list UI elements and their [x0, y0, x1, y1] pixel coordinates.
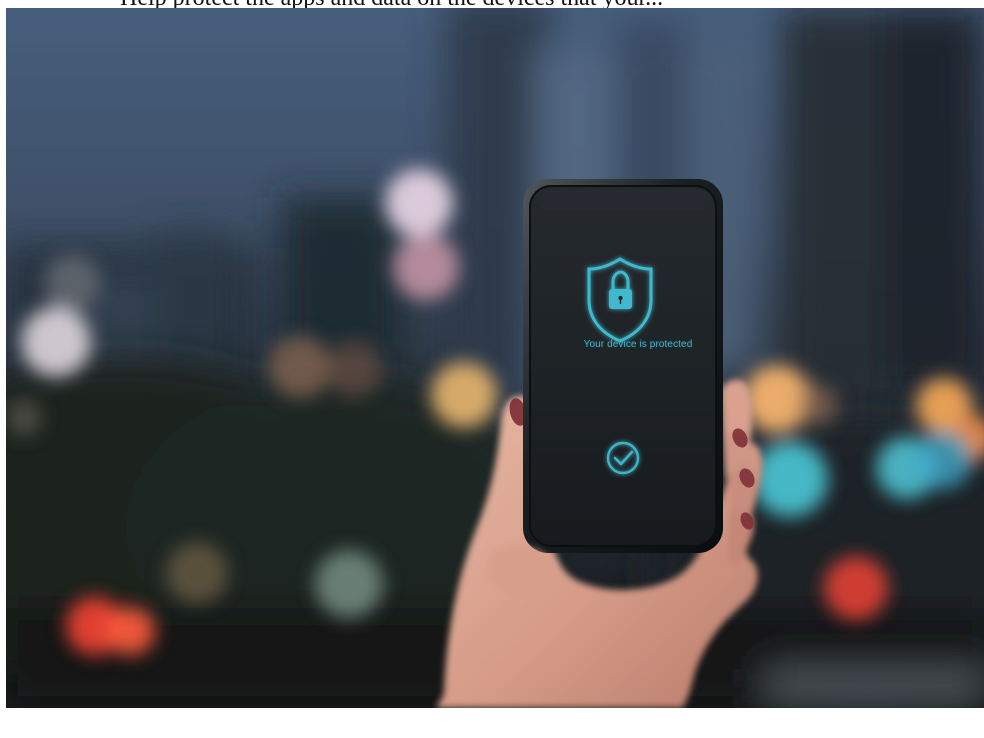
- screenshot-canvas: Help protect the apps and data on the de…: [0, 0, 984, 738]
- bottom-white-band: [0, 708, 984, 738]
- photo-illustration: [6, 8, 984, 708]
- protection-status-text: Your device is protected: [583, 339, 693, 350]
- phone-device: [523, 179, 723, 553]
- cropped-top-text: Help protect the apps and data on the de…: [120, 0, 980, 8]
- security-photo: Your device is protected: [6, 8, 984, 708]
